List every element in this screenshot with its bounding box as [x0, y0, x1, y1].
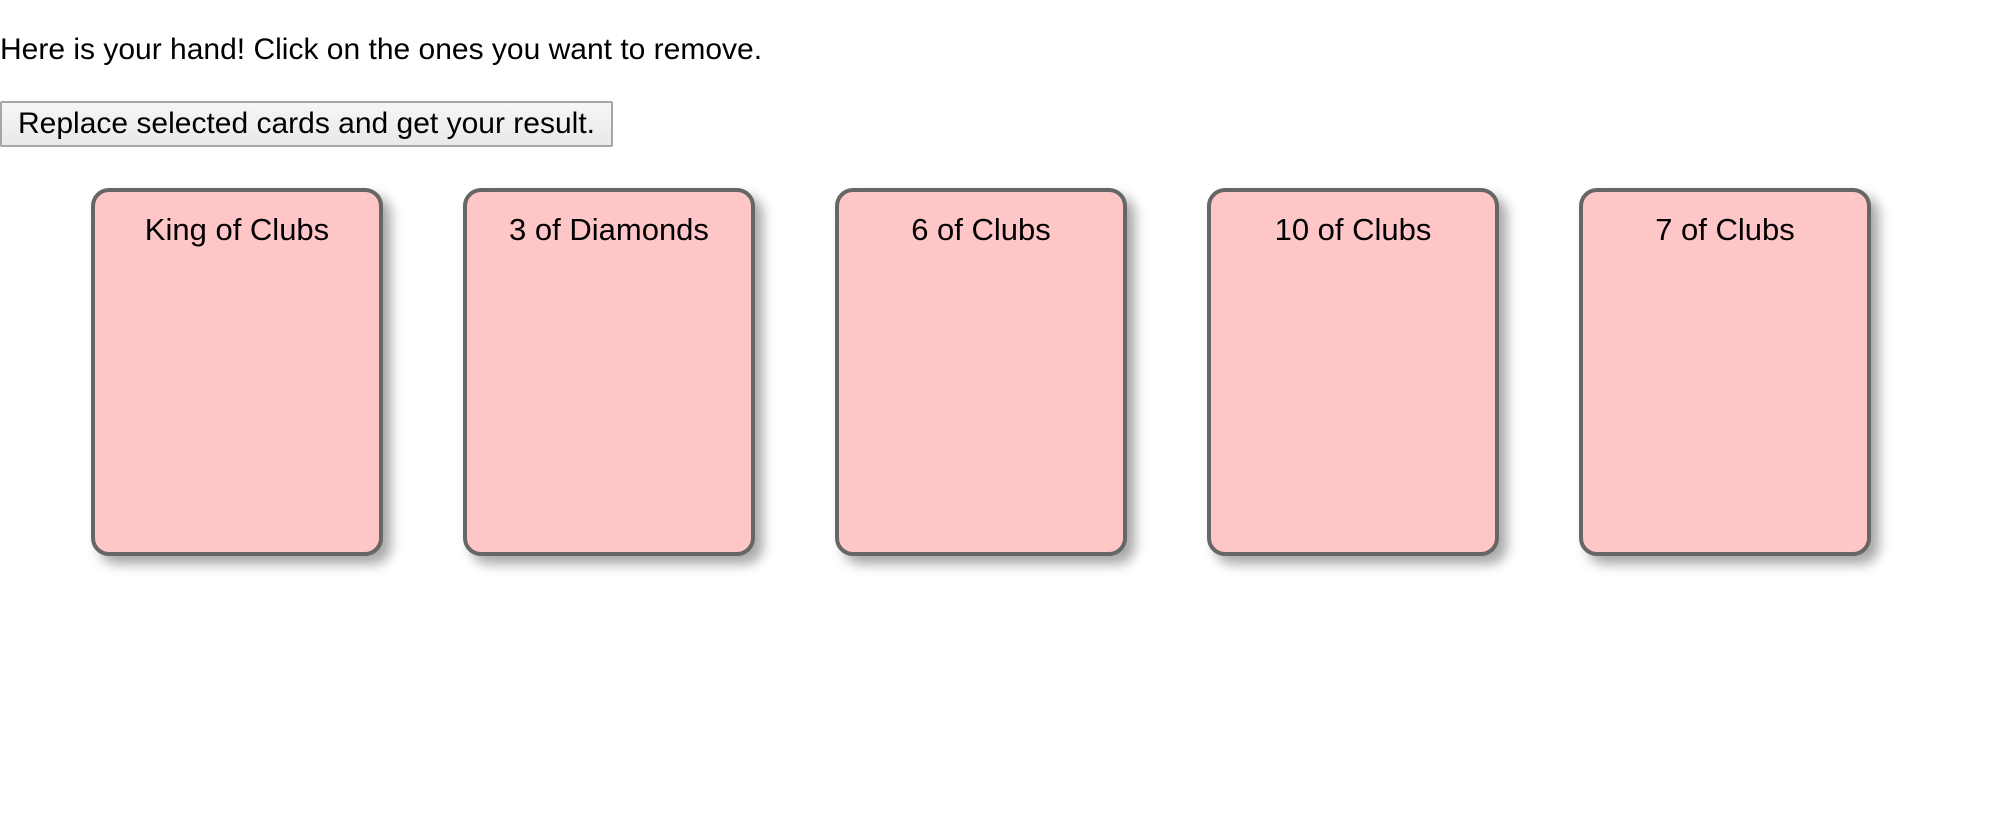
card-label: 6 of Clubs	[911, 212, 1051, 247]
poker-page: Here is your hand! Click on the ones you…	[0, 0, 2008, 818]
card-6-of-clubs[interactable]: 6 of Clubs	[835, 188, 1127, 556]
card-10-of-clubs[interactable]: 10 of Clubs	[1207, 188, 1499, 556]
card-label: 3 of Diamonds	[509, 212, 709, 247]
card-7-of-clubs[interactable]: 7 of Clubs	[1579, 188, 1871, 556]
card-3-of-diamonds[interactable]: 3 of Diamonds	[463, 188, 755, 556]
card-label: 7 of Clubs	[1655, 212, 1795, 247]
hand: King of Clubs 3 of Diamonds 6 of Clubs 1…	[91, 188, 1871, 556]
card-label: King of Clubs	[144, 212, 330, 247]
instructions-text: Here is your hand! Click on the ones you…	[0, 33, 763, 66]
card-king-of-clubs[interactable]: King of Clubs	[91, 188, 383, 556]
card-label: 10 of Clubs	[1274, 212, 1432, 247]
replace-cards-button[interactable]: Replace selected cards and get your resu…	[0, 101, 613, 147]
